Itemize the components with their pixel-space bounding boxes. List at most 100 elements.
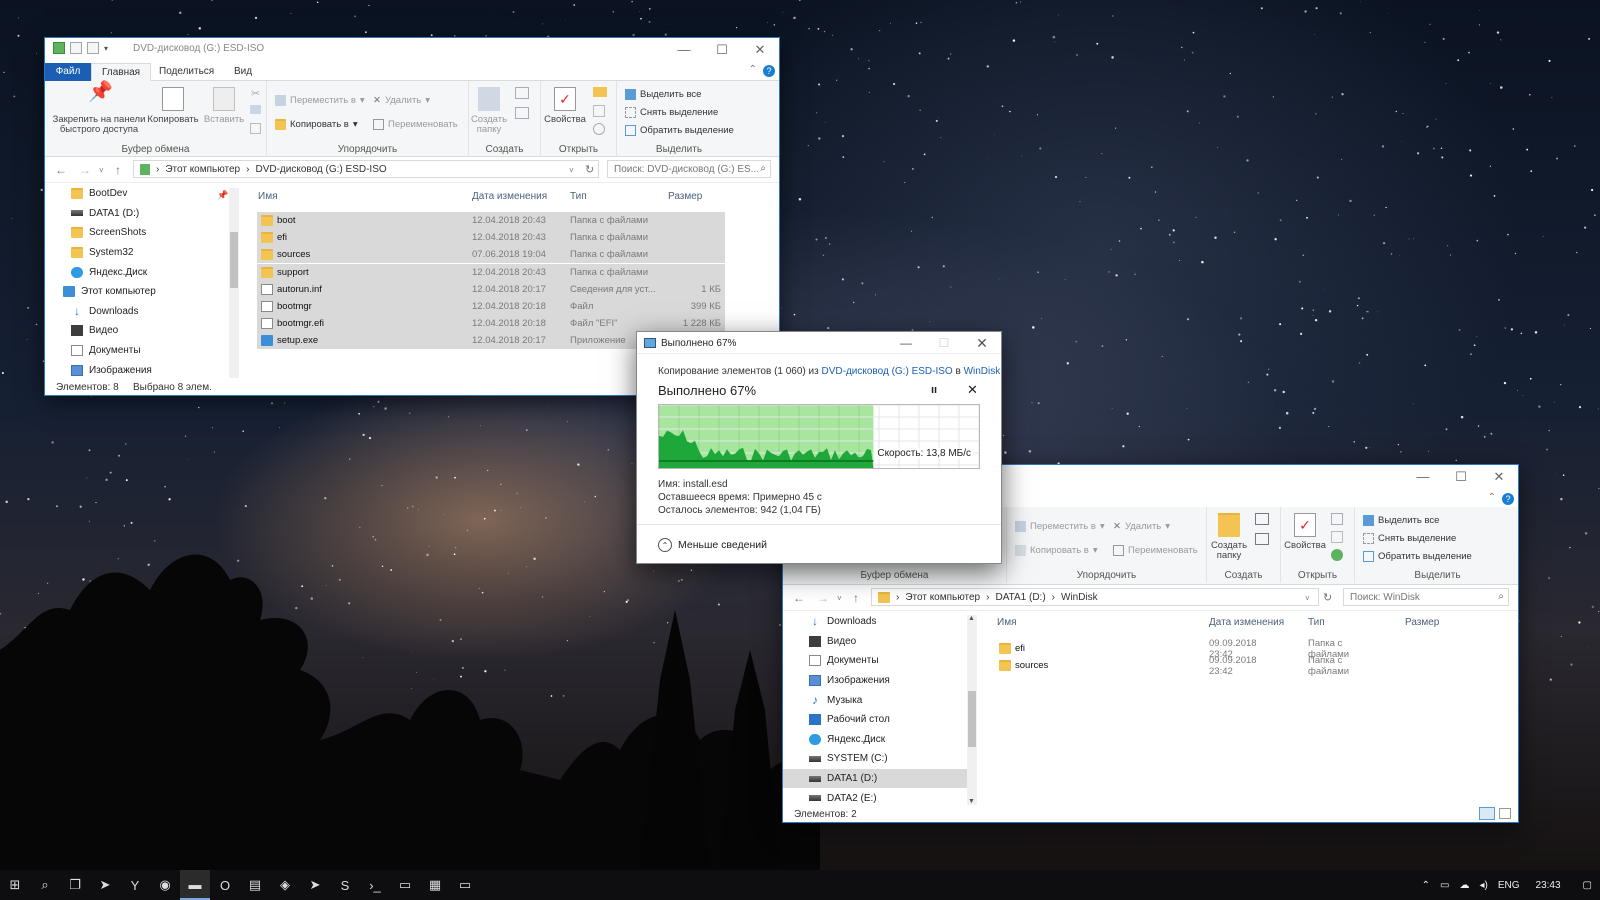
refresh-icon[interactable]: ↻ xyxy=(585,163,594,176)
column-date[interactable]: Дата изменения xyxy=(472,191,547,202)
edit-icon[interactable] xyxy=(1331,531,1343,543)
new-folder-quick-icon[interactable] xyxy=(87,42,99,54)
close-button[interactable]: ✕ xyxy=(1480,465,1518,488)
minimize-button[interactable]: — xyxy=(1404,465,1442,488)
select-none-button[interactable]: Снять выделение xyxy=(625,107,718,118)
volume-icon[interactable]: ◂) xyxy=(1479,880,1487,891)
scroll-down-icon[interactable]: ▼ xyxy=(968,798,975,805)
invert-selection-button[interactable]: Обратить выделение xyxy=(1363,551,1472,562)
forward-icon[interactable]: → xyxy=(817,591,829,605)
file-row[interactable]: autorun.inf 12.04.2018 20:17 Сведения для … xyxy=(257,280,725,298)
paste-button[interactable]: Вставить xyxy=(201,87,247,125)
scroll-thumb[interactable] xyxy=(968,691,976,747)
cancel-copy-button[interactable]: ✕ xyxy=(967,382,978,398)
network-icon[interactable]: ▭ xyxy=(1440,880,1449,891)
sidebar-item[interactable]: Яндекс.Диск xyxy=(45,262,241,282)
properties-button[interactable]: ✓ Свойства xyxy=(1283,513,1327,551)
maximize-button[interactable]: ☐ xyxy=(925,332,963,354)
new-folder-button[interactable]: Создать папку xyxy=(469,87,509,135)
tab-share[interactable]: Поделиться xyxy=(149,63,224,81)
sidebar-item[interactable]: ♪ Музыка xyxy=(783,690,967,710)
copy-progress-dialog[interactable]: Выполнено 67% — ☐ ✕ Копирование элементо… xyxy=(636,331,1002,564)
explorer-icon[interactable]: ▬ xyxy=(180,870,210,900)
file-row[interactable]: boot 12.04.2018 20:43 Папка с файлами xyxy=(257,212,725,229)
file-row[interactable]: sources 07.06.2018 19:04 Папка с файлами xyxy=(257,246,725,264)
cut-icon[interactable]: ✂ xyxy=(251,87,260,100)
move-to-button[interactable]: Переместить в ▾ xyxy=(275,95,365,106)
sidebar-item[interactable]: Яндекс.Диск xyxy=(783,730,967,750)
sidebar-item[interactable]: Видео xyxy=(783,632,967,652)
new-folder-button[interactable]: Создать папку xyxy=(1207,513,1251,561)
delete-button[interactable]: ✕ Удалить ▾ xyxy=(1113,521,1170,532)
details-view-icon[interactable] xyxy=(1479,807,1495,820)
easy-access-icon[interactable] xyxy=(515,107,529,119)
notifications-icon[interactable]: ▢ xyxy=(1583,880,1592,891)
copy-to-button[interactable]: Копировать в ▾ xyxy=(1015,545,1098,556)
scroll-thumb[interactable] xyxy=(230,232,238,288)
sidebar-item[interactable]: Рабочий стол xyxy=(783,710,967,730)
copy-path-icon[interactable] xyxy=(250,105,261,114)
invert-selection-button[interactable]: Обратить выделение xyxy=(625,125,734,136)
search-input[interactable]: Поиск: DVD-дисковод (G:) ES... ⌕ xyxy=(607,160,771,178)
up-icon[interactable]: ↑ xyxy=(115,163,121,177)
chevron-down-icon[interactable]: ▾ xyxy=(104,44,108,53)
search-icon[interactable]: ⌕ xyxy=(1498,591,1504,602)
open-icon[interactable] xyxy=(1331,513,1343,525)
easy-access-icon[interactable] xyxy=(1255,533,1269,545)
address-bar[interactable]: › Этот компьютер › DATA1 (D:) › WinDisk xyxy=(871,588,1319,606)
breadcrumb-windisk[interactable]: WinDisk xyxy=(1061,592,1098,603)
close-button[interactable]: ✕ xyxy=(963,332,1001,354)
back-icon[interactable]: ← xyxy=(55,163,67,177)
sidebar-item[interactable]: System32 xyxy=(45,243,241,263)
delete-button[interactable]: ✕ Удалить ▾ xyxy=(373,95,430,106)
select-all-button[interactable]: Выделить все xyxy=(1363,515,1439,526)
chevron-up-icon[interactable]: ⌃ xyxy=(749,64,757,75)
sidebar-item[interactable]: BootDev xyxy=(45,184,241,204)
maximize-button[interactable]: ☐ xyxy=(703,38,741,61)
breadcrumb-this-pc[interactable]: Этот компьютер xyxy=(165,164,240,175)
help-icon[interactable]: ? xyxy=(763,65,775,77)
copy-button[interactable]: Копировать xyxy=(147,87,199,125)
column-name[interactable]: Имя xyxy=(997,617,1016,628)
sidebar-item[interactable]: Этот компьютер xyxy=(45,282,241,302)
sidebar-item[interactable]: ↓ Downloads xyxy=(45,302,241,322)
sidebar-item[interactable]: Изображения xyxy=(783,671,967,691)
cloud-sync-icon[interactable]: ☁ xyxy=(1459,880,1469,891)
forward-icon[interactable]: → xyxy=(79,163,91,177)
column-type[interactable]: Тип xyxy=(1308,617,1325,628)
column-size[interactable]: Размер xyxy=(1405,617,1439,628)
recent-icon[interactable]: ˅ xyxy=(837,594,842,603)
nav-scrollbar[interactable] xyxy=(229,188,239,378)
rename-button[interactable]: Переименовать xyxy=(1113,545,1198,556)
column-date[interactable]: Дата изменения xyxy=(1209,617,1284,628)
file-row[interactable]: bootmgr.efi 12.04.2018 20:18 Файл "EFI" 1 2… xyxy=(257,315,725,333)
column-type[interactable]: Тип xyxy=(570,191,587,202)
calculator-icon[interactable]: ▦ xyxy=(420,870,450,900)
sidebar-item[interactable]: ↓ Downloads xyxy=(783,612,967,632)
history-icon[interactable] xyxy=(1331,549,1343,561)
yandex-icon[interactable]: Y xyxy=(120,870,150,900)
destination-link[interactable]: WinDisk xyxy=(964,366,1001,377)
move-to-button[interactable]: Переместить в ▾ xyxy=(1015,521,1105,532)
box-icon[interactable]: ◈ xyxy=(270,870,300,900)
select-all-button[interactable]: Выделить все xyxy=(625,89,701,100)
minimize-button[interactable]: — xyxy=(887,332,925,354)
sidebar-item[interactable]: Документы xyxy=(45,341,241,361)
pin-icon[interactable]: 📌 xyxy=(217,190,228,201)
sidebar-item[interactable]: Изображения xyxy=(45,360,241,376)
paste-shortcut-icon[interactable] xyxy=(250,123,261,134)
windows-start-icon[interactable]: ⊞ xyxy=(0,870,30,900)
terminal-icon[interactable]: ▭ xyxy=(390,870,420,900)
app-icon[interactable]: ▤ xyxy=(240,870,270,900)
powershell-icon[interactable]: ›_ xyxy=(360,870,390,900)
minimize-button[interactable]: — xyxy=(665,38,703,61)
source-link[interactable]: DVD-дисковод (G:) ESD-ISO xyxy=(822,366,953,377)
breadcrumb-dvd[interactable]: DVD-дисковод (G:) ESD-ISO xyxy=(255,164,386,175)
address-dropdown-icon[interactable]: ˅ xyxy=(1305,594,1310,603)
sidebar-item[interactable]: DATA2 (E:) xyxy=(783,788,967,808)
new-item-icon[interactable] xyxy=(1255,513,1269,525)
file-row[interactable]: support 12.04.2018 20:43 Папка с файлами xyxy=(257,263,725,281)
search-input[interactable]: Поиск: WinDisk ⌕ xyxy=(1343,588,1509,606)
edit-icon[interactable] xyxy=(593,105,605,117)
address-dropdown-icon[interactable]: ˅ xyxy=(569,166,574,175)
